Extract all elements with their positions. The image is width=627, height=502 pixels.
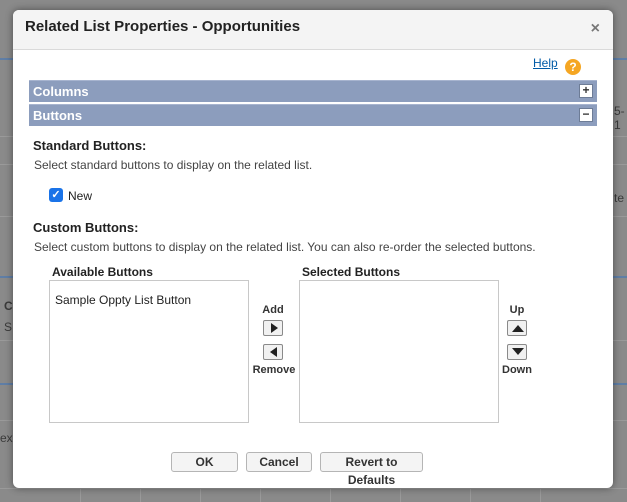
expand-icon[interactable]: + (579, 84, 593, 98)
section-buttons[interactable]: Buttons − (29, 104, 597, 126)
background-divider (200, 488, 201, 502)
collapse-icon[interactable]: − (579, 108, 593, 122)
dialog-title: Related List Properties - Opportunities (25, 18, 301, 35)
custom-buttons-description: Select custom buttons to display on the … (34, 240, 536, 254)
new-checkbox-label: New (68, 189, 93, 203)
background-divider (80, 488, 81, 502)
standard-buttons-heading: Standard Buttons: (33, 138, 147, 153)
custom-buttons-heading: Custom Buttons: (33, 220, 139, 235)
background-divider (140, 488, 141, 502)
add-label: Add (262, 304, 284, 316)
new-checkbox[interactable]: ✓ (49, 188, 63, 202)
move-up-button[interactable] (507, 320, 527, 336)
background-text: te (614, 191, 625, 205)
remove-button[interactable] (263, 344, 283, 360)
section-columns[interactable]: Columns + (29, 80, 597, 102)
section-columns-label: Columns (33, 84, 89, 99)
list-item[interactable]: Sample Oppty List Button (55, 293, 191, 307)
move-down-button[interactable] (507, 344, 527, 360)
selected-buttons-title: Selected Buttons (301, 265, 402, 279)
close-icon[interactable]: × (591, 20, 600, 38)
background-text: 5-1 (614, 104, 625, 132)
background-divider (540, 488, 541, 502)
section-buttons-label: Buttons (33, 108, 83, 123)
arrow-up-icon (512, 325, 524, 332)
cancel-button[interactable]: Cancel (246, 452, 312, 472)
background-text: C (4, 299, 13, 313)
help-link[interactable]: Help (533, 56, 558, 70)
background-divider (260, 488, 261, 502)
background-text: ex (0, 431, 13, 445)
help-icon[interactable]: ? (565, 59, 581, 75)
add-button[interactable] (263, 320, 283, 336)
down-label: Down (502, 364, 532, 376)
up-label: Up (509, 304, 525, 316)
remove-label: Remove (252, 364, 296, 376)
background-divider (0, 488, 627, 489)
selected-buttons-list[interactable] (299, 280, 499, 423)
related-list-properties-dialog: Related List Properties - Opportunities … (13, 10, 613, 488)
arrow-right-icon (271, 323, 278, 333)
arrow-down-icon (512, 348, 524, 355)
background-divider (400, 488, 401, 502)
dialog-header: Related List Properties - Opportunities … (13, 10, 613, 50)
revert-to-defaults-button[interactable]: Revert to Defaults (320, 452, 423, 487)
standard-buttons-description: Select standard buttons to display on th… (34, 158, 313, 172)
available-buttons-title: Available Buttons (51, 265, 154, 279)
background-divider (470, 488, 471, 502)
arrow-left-icon (270, 347, 277, 357)
background-divider (330, 488, 331, 502)
available-buttons-list[interactable]: Sample Oppty List Button (49, 280, 249, 423)
background-text: S (4, 320, 13, 334)
ok-button[interactable]: OK (171, 452, 238, 472)
